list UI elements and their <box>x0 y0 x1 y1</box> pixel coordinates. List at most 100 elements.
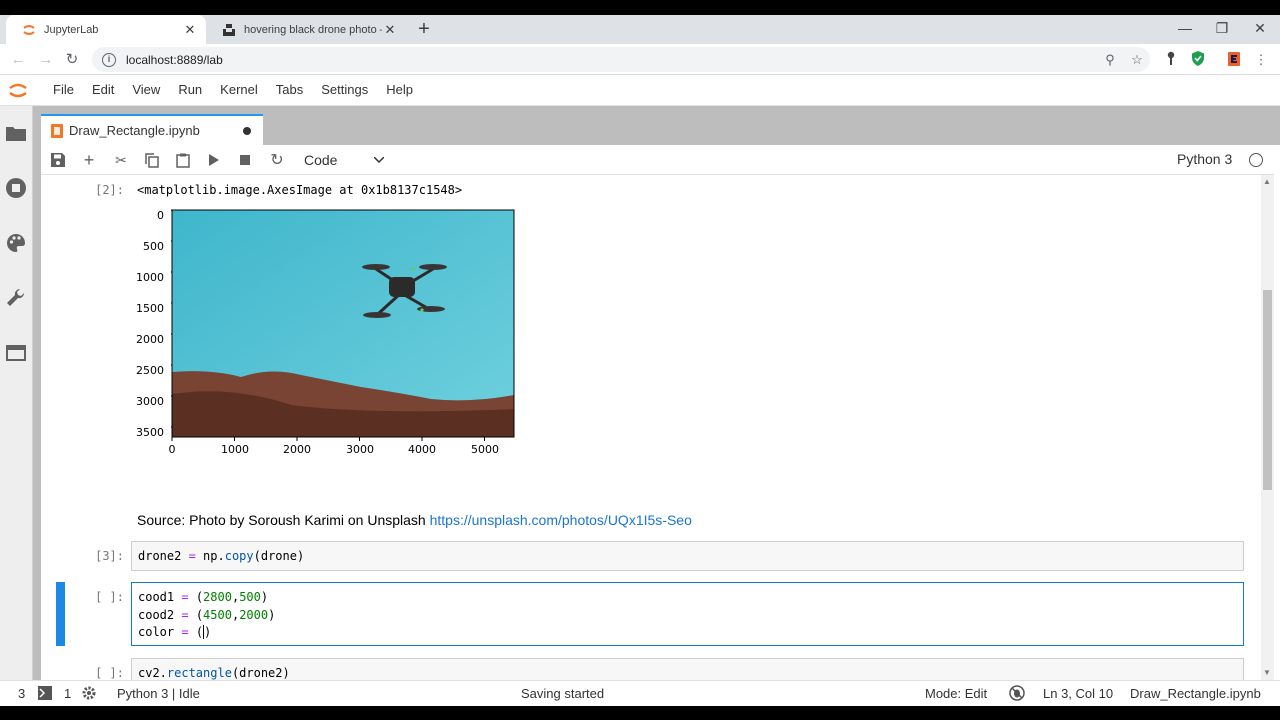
status-message: Saving started <box>521 686 605 701</box>
output-text: <matplotlib.image.AxesImage at 0x1b8137c… <box>137 183 463 197</box>
paste-icon[interactable] <box>173 151 193 169</box>
back-icon[interactable]: ← <box>8 50 28 70</box>
jupyter-main-area: Draw_Rectangle.ipynb + ✂ ↻ Code Python 3… <box>0 106 1280 680</box>
cell-type-select[interactable]: Code <box>298 150 390 170</box>
y-tick-label: 3500 <box>136 426 164 439</box>
terminal-icon[interactable] <box>38 686 52 703</box>
jupyter-menubar: File Edit View Run Kernel Tabs Settings … <box>0 75 1280 106</box>
jupyter-favicon-icon <box>22 23 36 37</box>
menu-settings[interactable]: Settings <box>312 75 377 105</box>
zoom-icon[interactable]: ⚲ <box>1101 51 1119 69</box>
image-plot: 0 500 1000 1500 2000 2500 3000 3500 0 10… <box>135 209 535 469</box>
no-bug-icon[interactable] <box>1009 685 1025 704</box>
y-tick-label: 500 <box>143 240 164 253</box>
menu-help[interactable]: Help <box>377 75 422 105</box>
browser-tab-title: hovering black drone photo – Fre <box>244 23 382 36</box>
gear-icon[interactable] <box>81 685 97 704</box>
kernel-state[interactable]: Python 3 | Idle <box>117 686 200 701</box>
browser-tab-unsplash[interactable]: hovering black drone photo – Fre ✕ <box>206 15 406 44</box>
stop-icon[interactable] <box>235 151 255 169</box>
code-editor[interactable]: cood1 = (2800,500) cood2 = (4500,2000) c… <box>138 589 275 642</box>
cell-type-value: Code <box>304 152 338 168</box>
palette-icon[interactable] <box>5 232 27 254</box>
close-tab-icon[interactable]: ✕ <box>382 22 398 38</box>
minimize-icon[interactable]: — <box>1170 20 1200 36</box>
code-cell[interactable]: cv2.rectangle(drone2) <box>131 658 1244 680</box>
bookmark-star-icon[interactable]: ☆ <box>1128 51 1146 69</box>
code-cell[interactable]: drone2 = np.copy(drone) <box>131 541 1244 571</box>
active-code-cell[interactable]: cood1 = (2800,500) cood2 = (4500,2000) c… <box>131 582 1244 646</box>
omnibox[interactable]: i localhost:8889/lab <box>92 47 1150 72</box>
browser-menu-icon[interactable]: ⋮ <box>1252 51 1270 69</box>
add-cell-icon[interactable]: + <box>79 150 99 170</box>
markdown-source: Source: Photo by Soroush Karimi on Unspl… <box>137 512 692 528</box>
new-tab-button[interactable]: + <box>414 19 434 40</box>
scroll-thumb[interactable] <box>1263 290 1272 490</box>
y-tick-label: 0 <box>157 209 164 222</box>
running-stop-icon[interactable] <box>5 177 27 199</box>
status-bar: 3 1 Python 3 | Idle Saving started Mode:… <box>0 680 1280 706</box>
left-sidebar <box>0 106 33 680</box>
active-cell-indicator <box>56 582 65 646</box>
menu-tabs[interactable]: Tabs <box>267 75 312 105</box>
extension-shield-icon[interactable] <box>1189 51 1207 69</box>
address-bar: ← → ↻ i localhost:8889/lab ⚲ ☆ ⋮ <box>0 44 1280 75</box>
code-line: drone2 = np.copy(drone) <box>138 549 305 563</box>
extension-key-icon[interactable] <box>1162 51 1180 69</box>
unsplash-favicon-icon <box>222 23 236 37</box>
code-line: cv2.rectangle(drone2) <box>138 666 290 680</box>
cell-prompt: [3]: <box>95 549 124 563</box>
y-tick-label: 2500 <box>136 364 164 377</box>
wrench-icon[interactable] <box>5 287 27 309</box>
cut-icon[interactable]: ✂ <box>111 151 131 169</box>
close-window-icon[interactable]: ✕ <box>1245 20 1275 37</box>
drone-photo <box>171 209 515 441</box>
x-tick-label: 2000 <box>283 443 311 456</box>
site-info-icon[interactable]: i <box>102 52 116 67</box>
cursor-position[interactable]: Ln 3, Col 10 <box>1043 686 1113 701</box>
restart-icon[interactable]: ↻ <box>267 151 287 169</box>
menu-view[interactable]: View <box>123 75 169 105</box>
browser-tab-title: JupyterLab <box>44 23 99 36</box>
browser-tab-jupyterlab[interactable]: JupyterLab ✕ <box>6 15 206 44</box>
source-text: Source: Photo by Soroush Karimi on Unspl… <box>137 512 430 528</box>
status-count[interactable]: 3 <box>18 686 25 701</box>
editor-mode[interactable]: Mode: Edit <box>925 686 987 701</box>
notebook-scrollbar[interactable]: ▲ ▼ <box>1261 175 1274 680</box>
scroll-down-icon[interactable]: ▼ <box>1263 668 1271 677</box>
notebook-tab-title: Draw_Rectangle.ipynb <box>69 123 200 138</box>
kernel-name[interactable]: Python 3 <box>1177 151 1232 167</box>
status-terminals[interactable]: 1 <box>64 686 71 701</box>
file-name: Draw_Rectangle.ipynb <box>1130 686 1261 701</box>
notebook-icon <box>51 123 63 138</box>
folder-icon[interactable] <box>5 122 27 144</box>
menu-edit[interactable]: Edit <box>83 75 123 105</box>
run-icon[interactable] <box>204 151 224 169</box>
y-tick-label: 1500 <box>136 302 164 315</box>
extension-e-icon[interactable] <box>1225 51 1243 69</box>
scroll-up-icon[interactable]: ▲ <box>1263 177 1271 186</box>
restore-icon[interactable]: ❐ <box>1207 20 1237 37</box>
source-link[interactable]: https://unsplash.com/photos/UQx1I5s-Seo <box>430 512 692 528</box>
reload-icon[interactable]: ↻ <box>62 50 82 70</box>
y-tick-label: 1000 <box>136 271 164 284</box>
jupyter-logo-icon <box>9 83 27 98</box>
menu-file[interactable]: File <box>44 75 83 105</box>
x-tick-label: 5000 <box>471 443 499 456</box>
save-icon[interactable] <box>48 151 68 169</box>
chevron-down-icon <box>374 157 384 163</box>
y-tick-label: 3000 <box>136 395 164 408</box>
copy-icon[interactable] <box>142 151 162 169</box>
y-tick-label: 2000 <box>136 333 164 346</box>
menu-run[interactable]: Run <box>169 75 211 105</box>
notebook-tab[interactable]: Draw_Rectangle.ipynb <box>41 114 263 145</box>
forward-icon[interactable]: → <box>36 50 56 70</box>
unsaved-dot-icon[interactable] <box>243 126 251 135</box>
close-tab-icon[interactable]: ✕ <box>182 22 198 38</box>
x-tick-label: 1000 <box>221 443 249 456</box>
notebook-toolbar: + ✂ ↻ Code Python 3 <box>41 145 1274 175</box>
output-prompt: [2]: <box>95 183 124 197</box>
tabs-icon[interactable] <box>5 342 27 364</box>
menu-kernel[interactable]: Kernel <box>211 75 267 105</box>
cell-prompt: [ ]: <box>95 590 124 604</box>
